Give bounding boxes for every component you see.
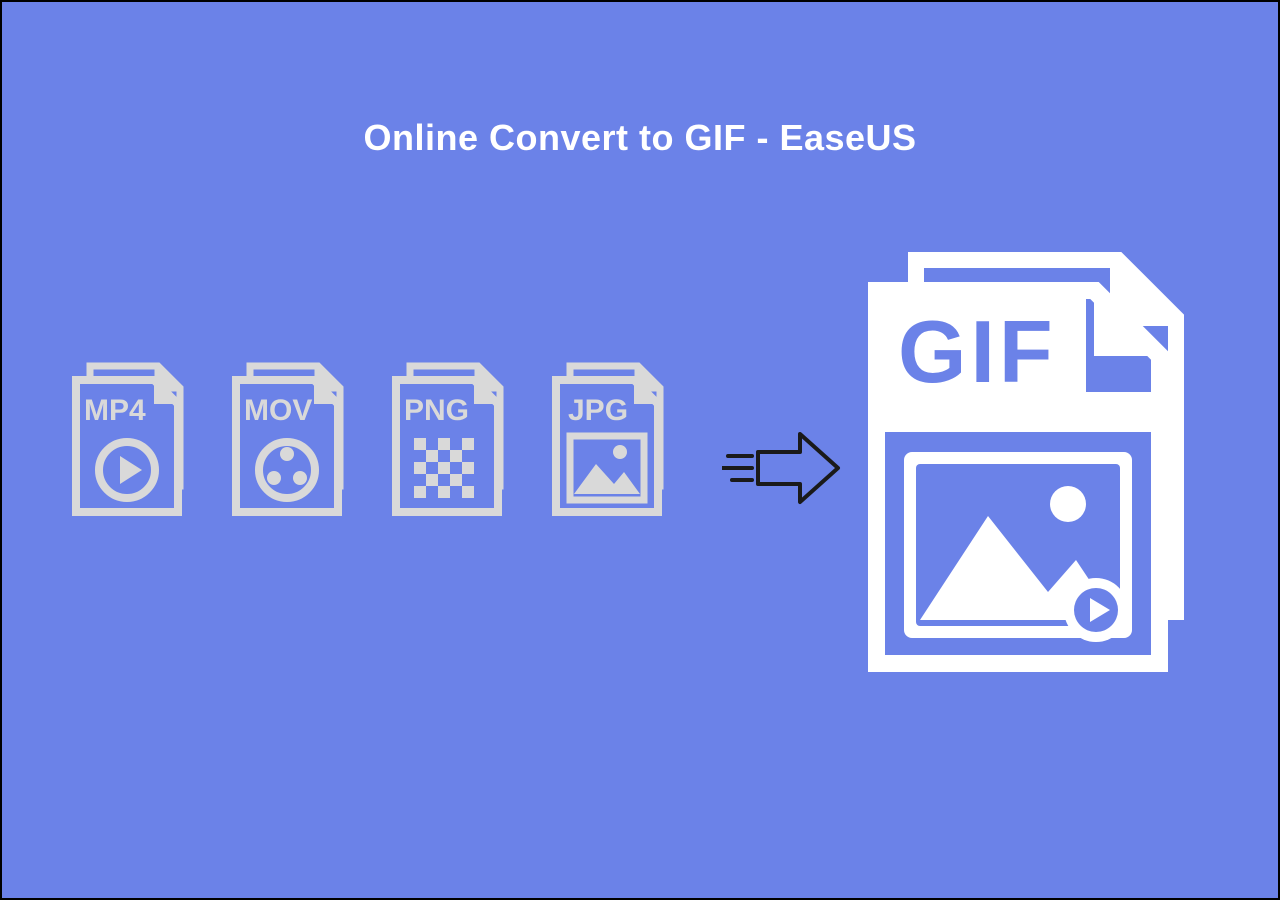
arrow-right-icon xyxy=(722,428,842,508)
gif-file-icon: GIF xyxy=(868,252,1198,672)
jpg-file-icon: JPG xyxy=(552,372,672,532)
page-title: Online Convert to GIF - EaseUS xyxy=(2,117,1278,159)
mp4-file-icon: MP4 xyxy=(72,372,192,532)
format-label: JPG xyxy=(568,394,628,427)
format-label: MOV xyxy=(244,394,312,427)
format-label: PNG xyxy=(404,394,469,427)
png-file-icon: PNG xyxy=(392,372,512,532)
format-label: GIF xyxy=(898,302,1057,401)
format-label: MP4 xyxy=(84,394,146,427)
mov-file-icon: MOV xyxy=(232,372,352,532)
source-formats-row: MP4 MOV xyxy=(72,372,712,532)
diagram-frame: Online Convert to GIF - EaseUS MP4 xyxy=(0,0,1280,900)
